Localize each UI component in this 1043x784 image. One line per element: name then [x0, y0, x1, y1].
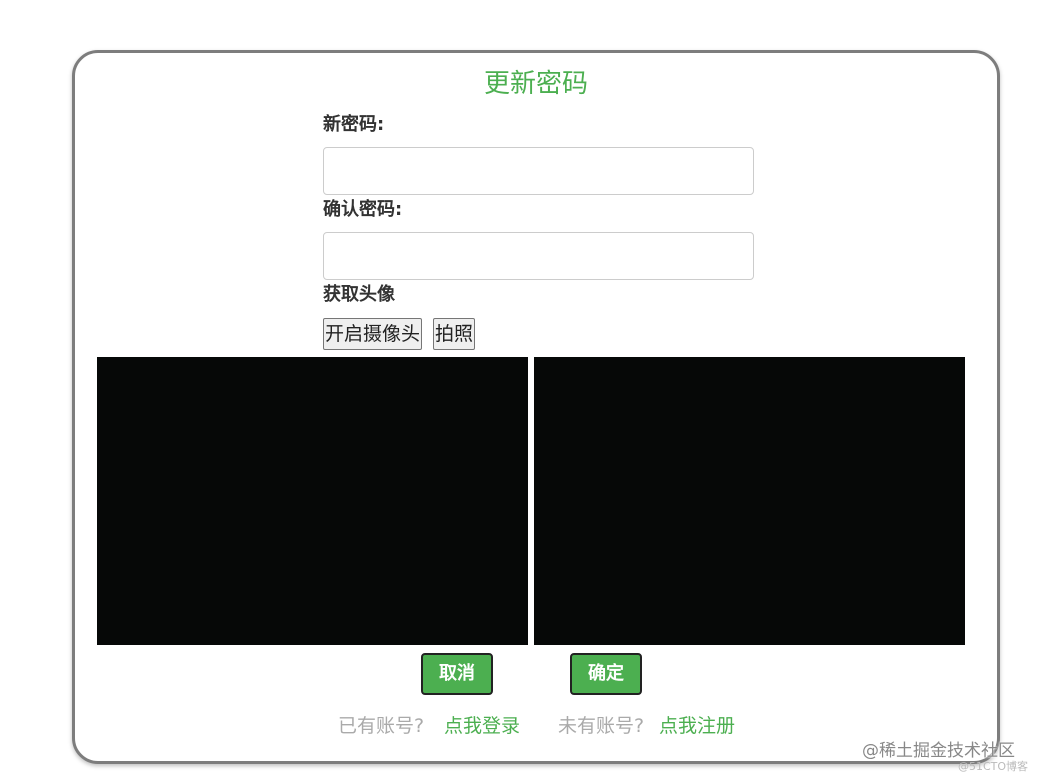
page-title: 更新密码 [483, 69, 588, 99]
has-account-text: 已有账号? [338, 715, 425, 737]
update-password-card: 更新密码 新密码: 确认密码: 获取头像 开启摄像头 拍照 取消 确定 已有账号… [72, 50, 1000, 764]
confirm-button[interactable]: 确定 [570, 653, 642, 695]
new-password-input[interactable] [323, 147, 754, 195]
register-link[interactable]: 点我注册 [659, 713, 735, 739]
new-password-label: 新密码: [323, 114, 385, 135]
no-account-text: 未有账号? [558, 715, 645, 737]
confirm-password-input[interactable] [323, 232, 754, 280]
login-link[interactable]: 点我登录 [444, 713, 520, 739]
watermark-51cto: @51CTO博客 [958, 760, 1029, 773]
photo-canvas [534, 357, 965, 645]
watermark-juejin: @稀土掘金技术社区 [862, 741, 1015, 761]
open-camera-button[interactable]: 开启摄像头 [323, 318, 423, 350]
avatar-label: 获取头像 [323, 284, 395, 305]
cancel-button[interactable]: 取消 [421, 653, 493, 695]
confirm-password-label: 确认密码: [323, 199, 403, 220]
take-photo-button[interactable]: 拍照 [433, 318, 476, 350]
camera-video [97, 357, 528, 645]
